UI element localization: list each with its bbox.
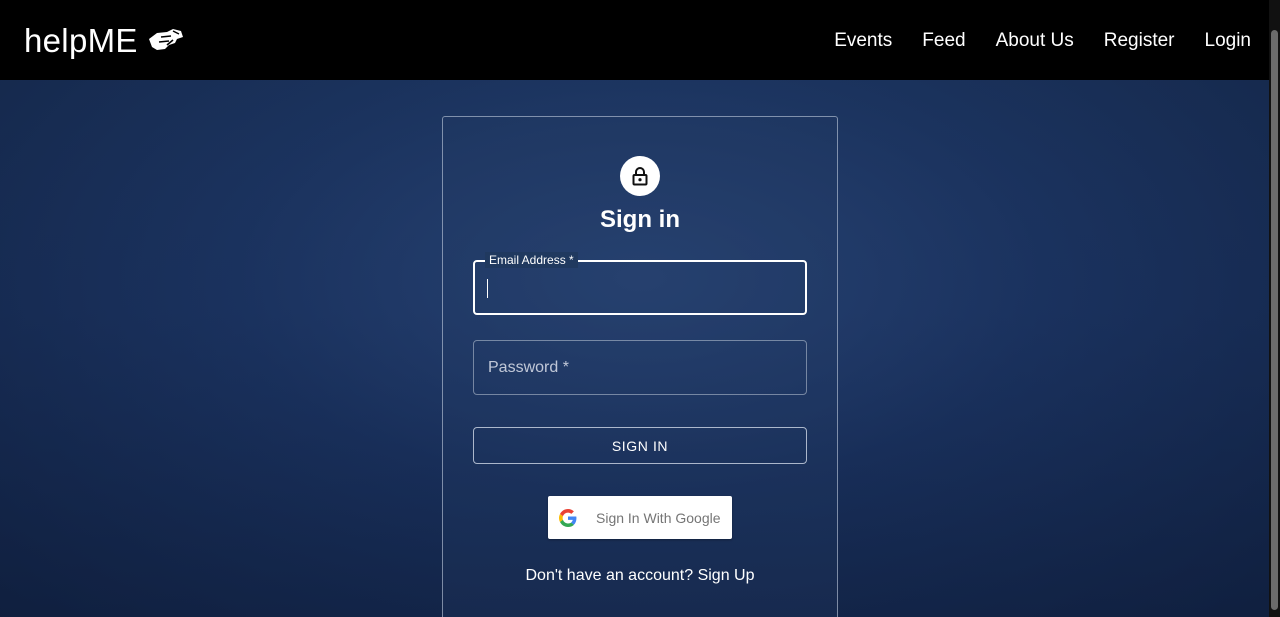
sign-up-prompt: Don't have an account? Sign Up bbox=[443, 566, 837, 586]
helping-hands-icon bbox=[148, 29, 183, 50]
nav-link-register[interactable]: Register bbox=[1104, 31, 1175, 50]
google-button-label: Sign In With Google bbox=[596, 509, 721, 526]
sign-up-text: Don't have an account? bbox=[525, 567, 694, 584]
nav-link-feed[interactable]: Feed bbox=[922, 31, 965, 50]
email-field[interactable]: Email Address * bbox=[473, 252, 807, 315]
scrollbar[interactable] bbox=[1269, 0, 1280, 617]
brand-logo[interactable]: helpME bbox=[24, 24, 185, 57]
google-sign-in-button[interactable]: Sign In With Google bbox=[548, 496, 732, 539]
nav-links: Events Feed About Us Register Login bbox=[804, 31, 1251, 50]
google-g-icon bbox=[559, 508, 577, 527]
navbar: helpME Events Feed About Us Register Log… bbox=[0, 0, 1280, 80]
email-label: Email Address * bbox=[485, 252, 578, 268]
lock-icon bbox=[632, 167, 648, 186]
text-cursor bbox=[487, 279, 488, 298]
sign-up-link[interactable]: Sign Up bbox=[698, 567, 755, 584]
nav-link-events[interactable]: Events bbox=[834, 31, 892, 50]
nav-link-login[interactable]: Login bbox=[1205, 31, 1252, 50]
nav-link-about-us[interactable]: About Us bbox=[996, 31, 1074, 50]
brand-name: helpME bbox=[24, 21, 138, 59]
sign-in-card: Sign in Email Address * Password * SIGN … bbox=[442, 116, 838, 617]
password-field[interactable]: Password * bbox=[473, 340, 807, 395]
lock-avatar bbox=[620, 156, 660, 196]
page-title: Sign in bbox=[600, 206, 680, 233]
sign-in-button[interactable]: SIGN IN bbox=[473, 427, 807, 464]
password-label: Password * bbox=[488, 359, 569, 376]
scrollbar-thumb[interactable] bbox=[1271, 30, 1278, 610]
